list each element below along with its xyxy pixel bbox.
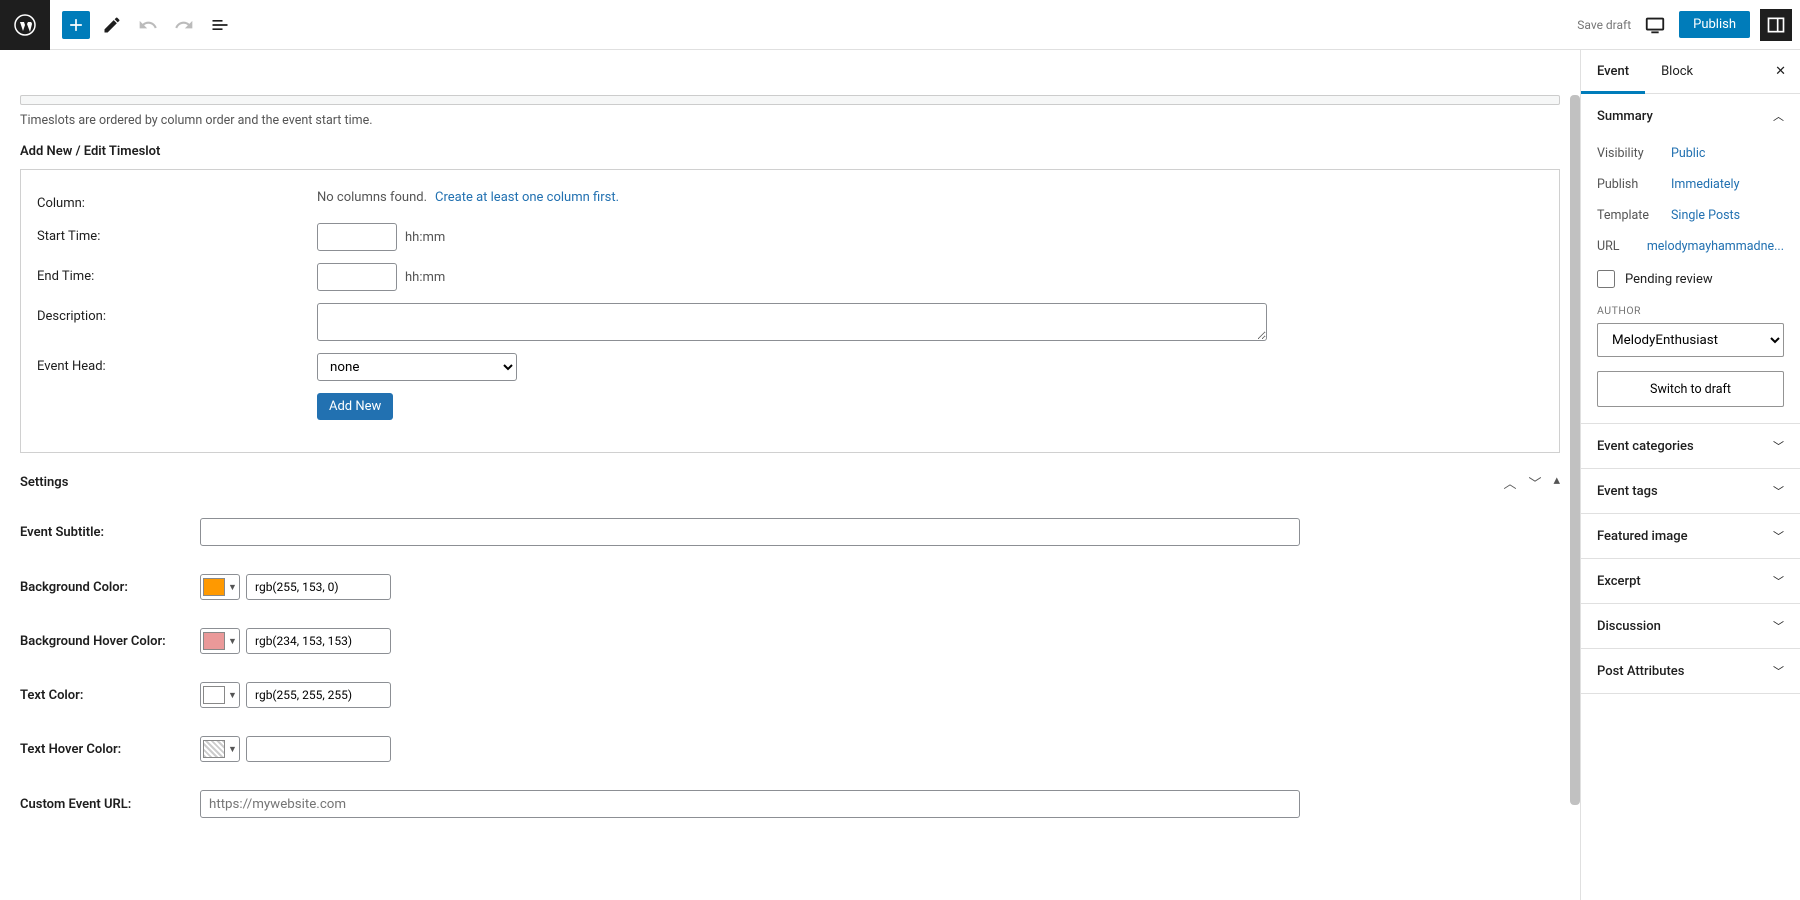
- start-time-input[interactable]: [317, 223, 397, 251]
- timeslot-hint: Timeslots are ordered by column order an…: [20, 113, 1560, 128]
- tab-event[interactable]: Event: [1581, 50, 1645, 93]
- settings-collapse-icon[interactable]: ▴: [1553, 473, 1560, 492]
- text-hover-color-swatch: [203, 740, 225, 758]
- event-subtitle-label: Event Subtitle:: [20, 525, 200, 540]
- no-columns-text: No columns found.: [317, 190, 427, 205]
- settings-panel-toggle[interactable]: [1760, 9, 1792, 41]
- start-time-label: Start Time:: [37, 223, 317, 244]
- create-column-link[interactable]: Create at least one column first.: [435, 190, 619, 205]
- text-color-swatch: [203, 686, 225, 704]
- url-value[interactable]: melodymayhammadne...: [1647, 239, 1784, 254]
- chevron-down-icon: ▼: [228, 582, 237, 593]
- scrollbar-track: [1570, 95, 1580, 900]
- add-edit-timeslot-title: Add New / Edit Timeslot: [20, 144, 1560, 159]
- bg-hover-color-swatch: [203, 632, 225, 650]
- add-new-button[interactable]: Add New: [317, 393, 393, 420]
- author-select[interactable]: MelodyEnthusiast: [1597, 323, 1784, 357]
- chevron-down-icon: ﹀: [1773, 483, 1784, 499]
- end-time-label: End Time:: [37, 263, 317, 284]
- settings-down-icon[interactable]: ﹀: [1528, 473, 1541, 492]
- text-hover-color-swatch-button[interactable]: ▼: [200, 736, 240, 762]
- visibility-label: Visibility: [1597, 146, 1671, 161]
- text-color-swatch-button[interactable]: ▼: [200, 682, 240, 708]
- editor-area: Timeslots are ordered by column order an…: [0, 50, 1580, 900]
- pending-review-checkbox[interactable]: [1597, 270, 1615, 288]
- featured-image-panel[interactable]: Featured image﹀: [1581, 514, 1800, 558]
- publish-label: Publish: [1597, 177, 1671, 192]
- chevron-down-icon: ▼: [228, 744, 237, 755]
- chevron-down-icon: ▼: [228, 636, 237, 647]
- bg-color-input[interactable]: [246, 574, 391, 600]
- custom-url-input[interactable]: [200, 790, 1300, 818]
- start-time-hint: hh:mm: [405, 230, 445, 245]
- post-attributes-panel[interactable]: Post Attributes﹀: [1581, 649, 1800, 693]
- chevron-down-icon: ﹀: [1773, 528, 1784, 544]
- pending-review-label: Pending review: [1625, 272, 1713, 287]
- edit-icon[interactable]: [98, 11, 126, 39]
- summary-panel-header[interactable]: Summary ︿: [1581, 94, 1800, 138]
- end-time-hint: hh:mm: [405, 270, 445, 285]
- chevron-down-icon: ﹀: [1773, 438, 1784, 454]
- redo-icon[interactable]: [170, 11, 198, 39]
- end-time-input[interactable]: [317, 263, 397, 291]
- timeslot-form: Column: No columns found. Create at leas…: [20, 169, 1560, 453]
- bg-color-swatch-button[interactable]: ▼: [200, 574, 240, 600]
- event-categories-panel[interactable]: Event categories﹀: [1581, 424, 1800, 468]
- publish-button[interactable]: Publish: [1679, 11, 1750, 38]
- bg-hover-color-swatch-button[interactable]: ▼: [200, 628, 240, 654]
- main-layout: Timeslots are ordered by column order an…: [0, 50, 1800, 900]
- tab-block[interactable]: Block: [1645, 50, 1709, 93]
- author-label: AUTHOR: [1597, 304, 1784, 317]
- discussion-panel[interactable]: Discussion﹀: [1581, 604, 1800, 648]
- settings-header: Settings ︿ ﹀ ▴: [20, 473, 1560, 500]
- custom-url-label: Custom Event URL:: [20, 797, 200, 812]
- bg-hover-color-input[interactable]: [246, 628, 391, 654]
- url-label: URL: [1597, 239, 1647, 254]
- placeholder-box: [20, 95, 1560, 105]
- chevron-down-icon: ﹀: [1773, 573, 1784, 589]
- toolbar-left: [50, 11, 234, 39]
- visibility-value[interactable]: Public: [1671, 146, 1705, 161]
- text-hover-color-label: Text Hover Color:: [20, 742, 200, 757]
- undo-icon[interactable]: [134, 11, 162, 39]
- publish-value[interactable]: Immediately: [1671, 177, 1740, 192]
- switch-to-draft-button[interactable]: Switch to draft: [1597, 371, 1784, 407]
- description-input[interactable]: [317, 303, 1267, 341]
- chevron-down-icon: ﹀: [1773, 618, 1784, 634]
- chevron-up-icon: ︿: [1773, 108, 1784, 124]
- template-value[interactable]: Single Posts: [1671, 208, 1740, 223]
- summary-panel: Summary ︿ Visibility Public Publish Imme…: [1581, 94, 1800, 424]
- sidebar-tabs: Event Block ✕: [1581, 50, 1800, 94]
- wordpress-logo[interactable]: [0, 0, 50, 50]
- text-color-label: Text Color:: [20, 688, 200, 703]
- preview-icon[interactable]: [1641, 11, 1669, 39]
- chevron-down-icon: ﹀: [1773, 663, 1784, 679]
- settings-title: Settings: [20, 475, 68, 490]
- bg-color-label: Background Color:: [20, 580, 200, 595]
- text-color-input[interactable]: [246, 682, 391, 708]
- template-label: Template: [1597, 208, 1671, 223]
- excerpt-panel[interactable]: Excerpt﹀: [1581, 559, 1800, 603]
- chevron-down-icon: ▼: [228, 690, 237, 701]
- column-label: Column:: [37, 190, 317, 211]
- toolbar-right: Save draft Publish: [1577, 9, 1800, 41]
- add-block-button[interactable]: [62, 11, 90, 39]
- event-head-label: Event Head:: [37, 353, 317, 374]
- close-sidebar-icon[interactable]: ✕: [1761, 50, 1800, 93]
- document-overview-icon[interactable]: [206, 11, 234, 39]
- scrollbar-thumb[interactable]: [1570, 95, 1580, 805]
- bg-color-swatch: [203, 578, 225, 596]
- settings-sidebar: Event Block ✕ Summary ︿ Visibility Publi…: [1580, 50, 1800, 900]
- settings-up-icon[interactable]: ︿: [1503, 473, 1516, 492]
- event-subtitle-input[interactable]: [200, 518, 1300, 546]
- event-head-select[interactable]: none: [317, 353, 517, 381]
- event-tags-panel[interactable]: Event tags﹀: [1581, 469, 1800, 513]
- description-label: Description:: [37, 303, 317, 324]
- text-hover-color-input[interactable]: [246, 736, 391, 762]
- top-toolbar: Save draft Publish: [0, 0, 1800, 50]
- bg-hover-color-label: Background Hover Color:: [20, 634, 200, 649]
- save-draft-button[interactable]: Save draft: [1577, 18, 1631, 32]
